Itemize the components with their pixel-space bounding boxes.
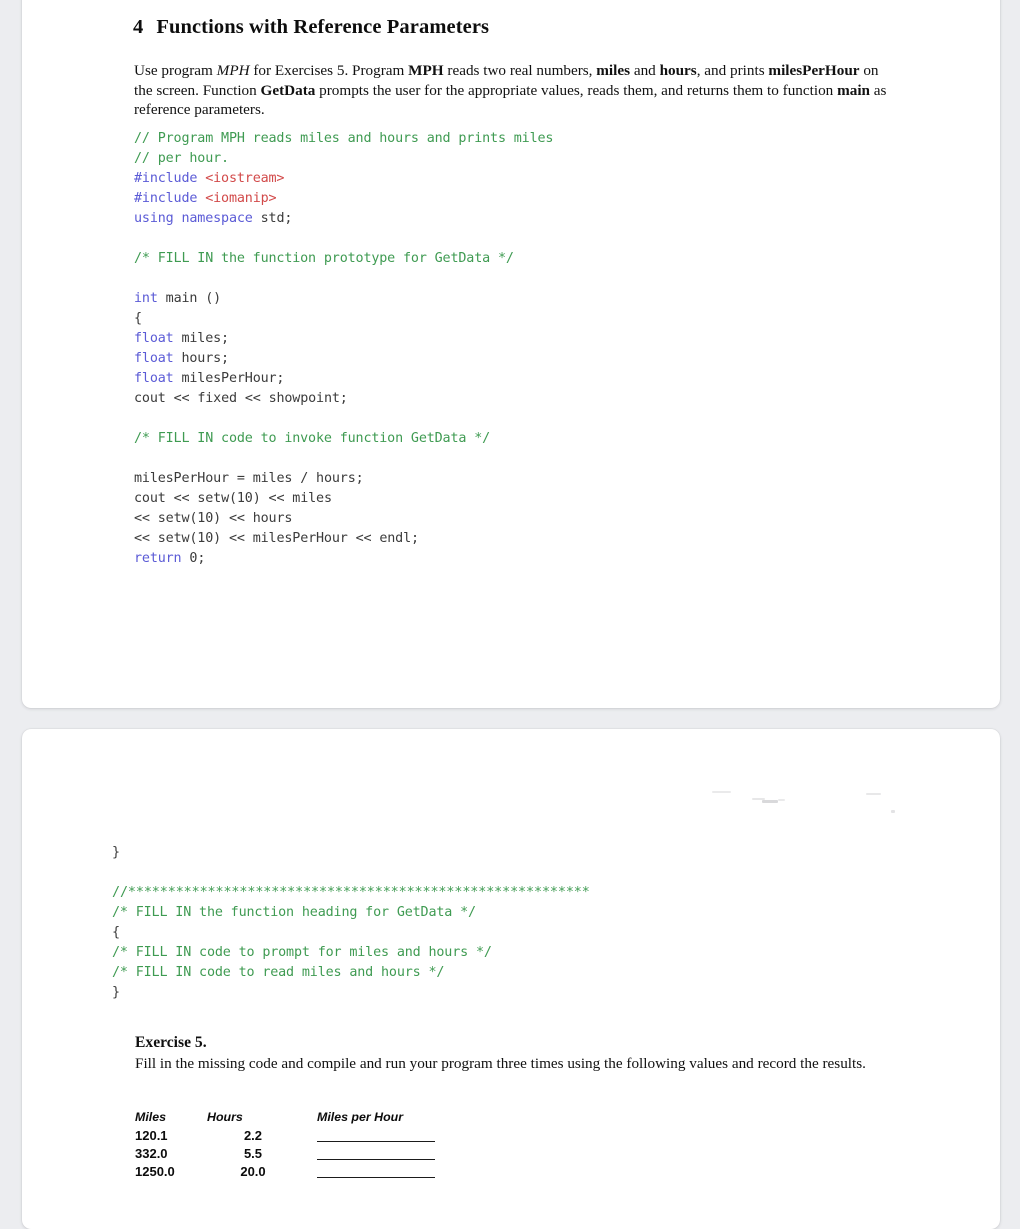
intro-part-2: for Exercises 5. Program [249,62,409,80]
scan-artifact [762,800,778,803]
cell-miles: 120.1 [135,1128,168,1143]
section-number: 4 [133,16,144,38]
intro-part-1: Use program [134,62,217,80]
results-table-head: Miles Hours Miles per Hour [135,1110,467,1127]
scan-artifact [712,791,731,793]
intro-part-3: reads two real numbers, [443,62,597,80]
function-getdata: GetData [260,81,316,99]
scan-artifact [891,810,895,813]
table-row: 120.1 2.2 [135,1127,467,1145]
scan-artifact [778,799,785,801]
column-header-miles: Miles [135,1110,166,1124]
intro-part-4: and [630,62,660,80]
cell-hours: 2.2 [243,1128,263,1143]
variable-miles: miles [596,62,631,80]
cell-miles-per-hour-blank[interactable] [313,1163,467,1181]
intro-paragraph: Use program MPH for Exercises 5. Program… [134,61,889,120]
source-code-block-tail: } //************************************… [112,845,590,1000]
column-header-hours: Hours [207,1110,243,1124]
cell-miles: 332.0 [135,1146,168,1161]
scan-artifact [866,793,881,795]
variable-miles-per-hour: milesPerHour [768,62,860,80]
intro-part-7: prompts the user for the appropriate val… [315,81,838,99]
scanned-document-pages: 4 Functions with Reference Parameters Use… [0,0,1020,1229]
answer-blank-underline[interactable] [317,1158,435,1160]
exercise-instructions: Fill in the missing code and compile and… [135,1055,866,1072]
program-name-bold: MPH [408,62,444,80]
table-row: 1250.0 20.0 [135,1163,467,1181]
cell-hours: 20.0 [240,1164,266,1179]
results-table-container: Miles Hours Miles per Hour 120.1 2.2 332.0… [135,1110,467,1181]
cell-miles-per-hour-blank[interactable] [313,1127,467,1145]
cell-miles-per-hour-blank[interactable] [313,1145,467,1163]
document-page-1: 4 Functions with Reference Parameters Use… [22,0,1000,708]
exercise-title: Exercise 5. [135,1034,207,1051]
page-title: 4 Functions with Reference Parameters [133,16,489,39]
variable-hours: hours [659,62,697,80]
function-main: main [837,81,870,99]
program-name-italic: MPH [216,62,250,80]
results-table-body: 120.1 2.2 332.0 5.5 1250.0 20.0 [135,1127,467,1181]
section-title-text: Functions with Reference Parameters [156,16,490,38]
answer-blank-underline[interactable] [317,1140,435,1142]
column-header-miles-per-hour: Miles per Hour [317,1110,404,1124]
table-row: 332.0 5.5 [135,1145,467,1163]
results-table: Miles Hours Miles per Hour 120.1 2.2 332.0… [135,1110,467,1181]
table-header-row: Miles Hours Miles per Hour [135,1110,467,1127]
intro-part-5: , and prints [696,62,769,80]
page-1-content: 4 Functions with Reference Parameters Use… [22,0,1000,708]
source-code-block-main: // Program MPH reads miles and hours and… [134,131,554,566]
cell-miles: 1250.0 [135,1164,175,1179]
cell-hours: 5.5 [243,1146,263,1161]
answer-blank-underline[interactable] [317,1176,435,1178]
